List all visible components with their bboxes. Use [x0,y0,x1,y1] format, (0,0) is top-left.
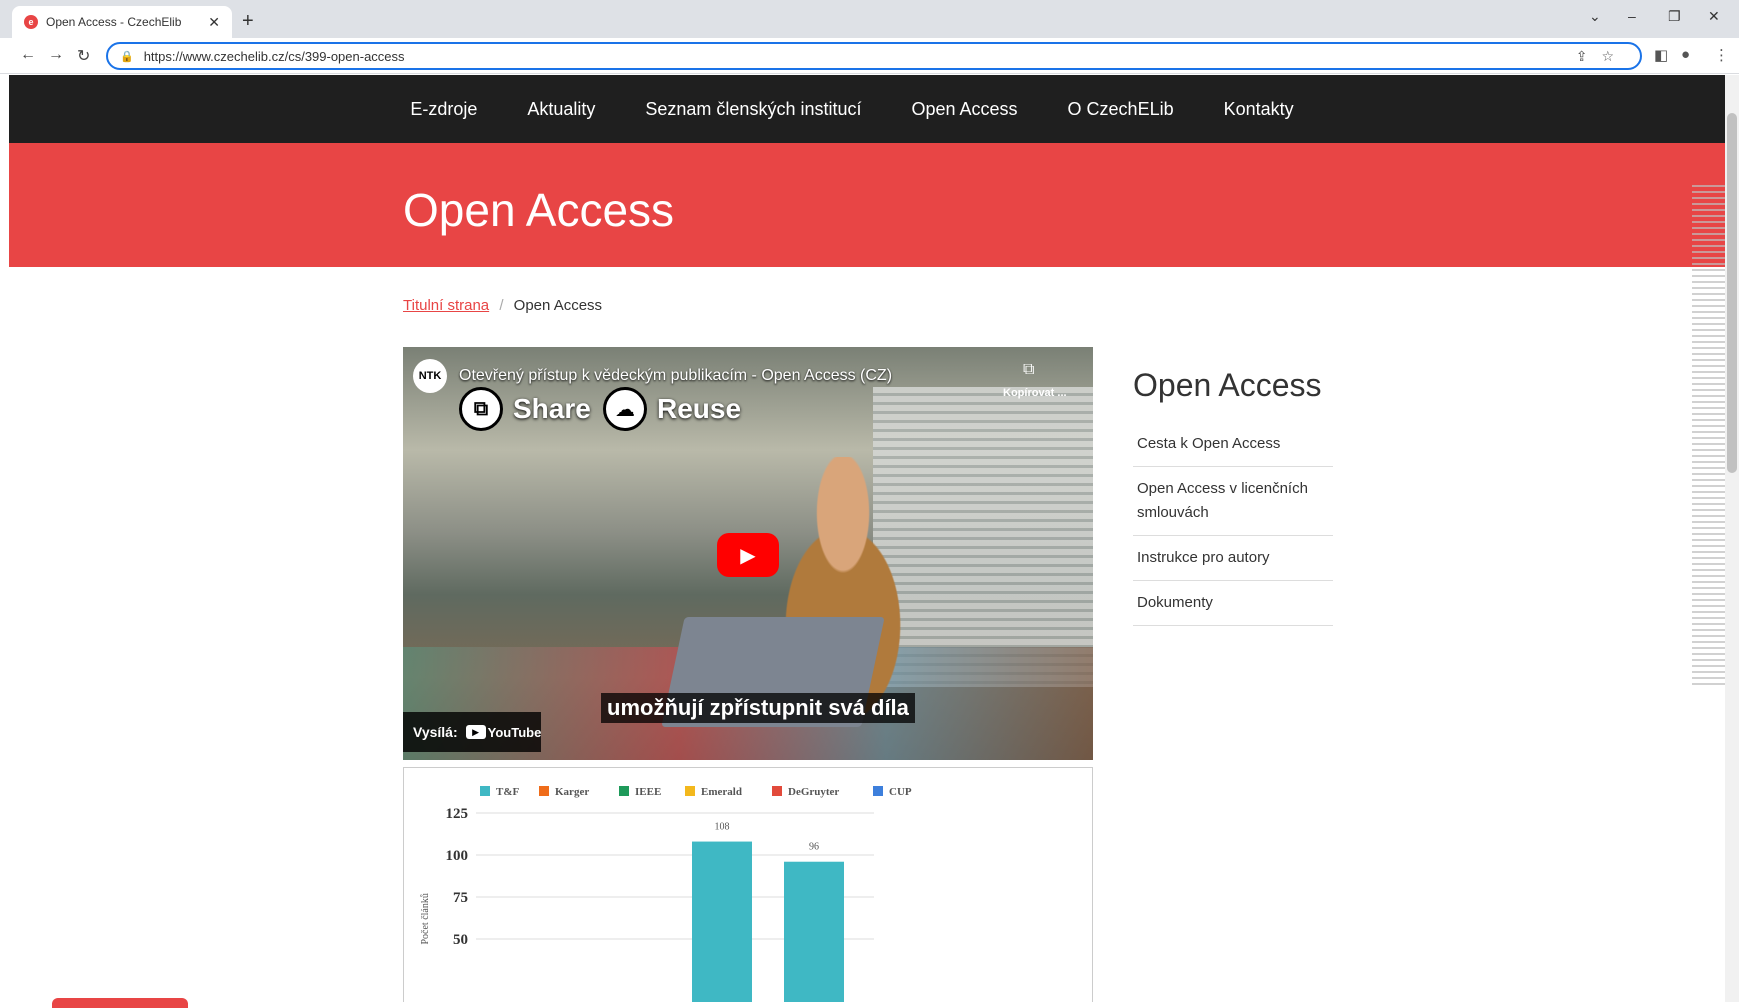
youtube-video-player[interactable]: NTK Otevřený přístup k vědeckým publikac… [403,347,1093,760]
youtube-play-icon: ▶ [465,725,486,739]
nav-e-zdroje[interactable]: E-zdroje [410,99,477,120]
legend-swatch-2 [619,786,629,796]
chart-container: T&F Karger IEEE Emerald DeGruyter CUP 50 75 100 1… [403,767,1093,1002]
restore-icon[interactable]: ❐ [1668,8,1681,25]
youtube-logo: ▶ YouTube [465,724,542,740]
legend-swatch-0 [480,786,490,796]
hero-banner: Open Access [9,143,1725,267]
youtube-label: YouTube [487,724,542,740]
sidebar-item-cesta[interactable]: Cesta k Open Access [1133,422,1333,467]
browser-toolbar: ← → ↻ 🔒 https://www.czechelib.cz/cs/399-… [0,38,1739,74]
breadcrumb-home[interactable]: Titulní strana [403,297,489,314]
reload-icon[interactable]: ↻ [77,46,90,66]
forward-icon[interactable]: → [48,46,64,64]
legend-swatch-5 [873,786,883,796]
bar-1-segment-2 [784,861,844,1002]
share-overlay: ⧉ Share [459,387,591,431]
video-subtitle: umožňují zpřístupnit svá díla [601,693,915,723]
nav-aktuality[interactable]: Aktuality [527,99,595,120]
page-minimap [1692,185,1725,685]
y-axis-label: Počet článků [420,893,431,944]
sidebar: Open Access Cesta k Open Access Open Acc… [1133,367,1333,626]
close-window-icon[interactable]: ✕ [1708,8,1720,25]
reuse-overlay: ☁ Reuse [603,387,741,431]
back-icon[interactable]: ← [20,46,36,64]
channel-avatar[interactable]: NTK [413,359,447,393]
browser-tabbar: e Open Access - CzechElib ✕ + ⌄ – ❐ ✕ [0,0,1739,38]
watch-on-youtube[interactable]: Vysílá: ▶ YouTube [403,712,541,752]
breadcrumb-current: Open Access [513,297,603,314]
y-tick-label-2: 100 [446,848,469,864]
nav-o-czechelib[interactable]: O CzechELib [1068,99,1174,120]
legend-label-2: IEEE [635,786,661,798]
site-nav: E-zdroje Aktuality Seznam členských inst… [9,75,1725,143]
tab-title: Open Access - CzechElib [46,15,182,29]
copy-link-label[interactable]: Kopírovat ... [1003,387,1067,399]
url-text: https://www.czechelib.cz/cs/399-open-acc… [143,48,405,64]
share-label: Share [513,393,591,424]
y-tick-label-1: 75 [453,890,468,906]
breadcrumb-separator: / [499,297,504,314]
floating-action-button[interactable] [52,998,188,1008]
page: E-zdroje Aktuality Seznam členských inst… [9,75,1725,1002]
nav-seznam-instituci[interactable]: Seznam členských institucí [645,99,861,120]
page-title: Open Access [403,184,675,236]
lock-icon: 🔒 [120,50,134,63]
sidebar-item-dokumenty[interactable]: Dokumenty [1133,581,1333,626]
y-tick-label-0: 50 [453,932,468,948]
new-tab-icon[interactable]: + [242,10,254,33]
broadcast-label: Vysílá: [413,724,458,740]
side-panel-icon[interactable]: ◧ [1654,46,1668,64]
breadcrumb: Titulní strana / Open Access [403,297,602,314]
nav-kontakty[interactable]: Kontakty [1224,99,1294,120]
reuse-icon: ☁ [603,387,647,431]
sidebar-item-licencni-smlouvy[interactable]: Open Access v licenčních smlouvách [1133,467,1333,536]
legend-label-3: Emerald [701,786,742,798]
reuse-label: Reuse [657,393,742,424]
legend-swatch-1 [539,786,549,796]
bar-total-label-1: 96 [809,842,819,853]
scrollbar-thumb[interactable] [1727,113,1737,473]
sidebar-title: Open Access [1133,367,1322,403]
play-button-icon[interactable]: ▶ [717,533,779,577]
address-bar[interactable]: 🔒 https://www.czechelib.cz/cs/399-open-a… [106,42,1642,70]
legend-label-1: Karger [555,786,589,798]
legend-label-5: CUP [889,786,912,798]
legend-swatch-4 [772,786,782,796]
legend-label-4: DeGruyter [788,786,839,798]
menu-icon[interactable]: ⋮ [1714,46,1729,64]
browser-tab[interactable]: e Open Access - CzechElib ✕ [12,6,232,38]
y-tick-label-3: 125 [446,806,469,822]
bar-total-label-0: 108 [715,822,730,833]
bar-0-segment-1 [692,841,752,1002]
site-favicon-icon: e [24,15,38,29]
profile-icon[interactable]: ● [1681,46,1690,63]
share-icon: ⧉ [459,387,503,431]
video-title[interactable]: Otevřený přístup k vědeckým publikacím -… [459,367,892,385]
sidebar-item-instrukce[interactable]: Instrukce pro autory [1133,536,1333,581]
tab-search-icon[interactable]: ⌄ [1589,8,1601,25]
minimize-icon[interactable]: – [1628,8,1636,24]
close-tab-icon[interactable]: ✕ [208,14,220,31]
nav-open-access[interactable]: Open Access [911,99,1017,120]
share-bookmark-icons[interactable]: ⇪☆ [1576,48,1628,65]
sidebar-list: Cesta k Open Access Open Access v licenč… [1133,422,1333,626]
scrollbar[interactable] [1725,75,1739,1002]
legend-swatch-3 [685,786,695,796]
legend-label-0: T&F [496,786,520,798]
stacked-bar-chart: T&F Karger IEEE Emerald DeGruyter CUP 50 75 100 1… [420,786,912,1002]
copy-link-icon[interactable]: ⧉ [1023,361,1034,379]
